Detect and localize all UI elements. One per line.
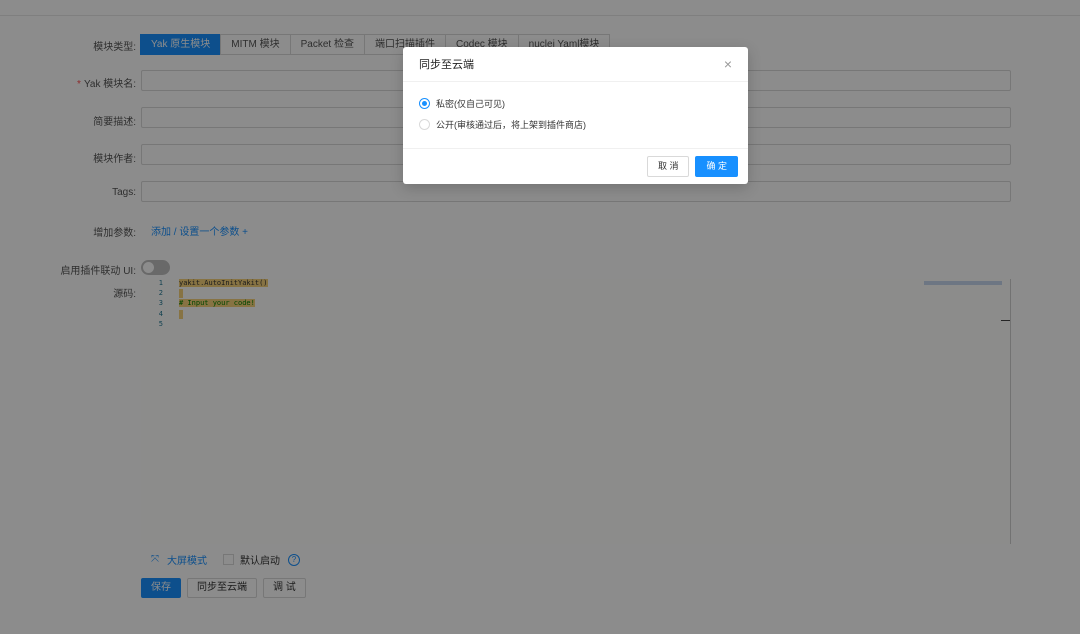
radio-button[interactable] <box>419 97 430 109</box>
option-label: 公开(审核通过后，将上架到插件商店) <box>436 119 586 130</box>
dialog-footer: 取 消 确 定 <box>403 149 748 184</box>
sync-cloud-dialog: 同步至云端 × 私密(仅自己可见) 公开(审核通过后，将上架到插件商店) 取 消… <box>403 47 748 184</box>
option-label: 私密(仅自己可见) <box>436 98 505 109</box>
dialog-title: 同步至云端 <box>419 59 474 71</box>
close-icon[interactable]: × <box>724 57 732 71</box>
cancel-button[interactable]: 取 消 <box>646 156 690 177</box>
dialog-body: 私密(仅自己可见) 公开(审核通过后，将上架到插件商店) <box>403 82 748 149</box>
confirm-button[interactable]: 确 定 <box>695 156 738 177</box>
visibility-option-public[interactable]: 公开(审核通过后，将上架到插件商店) <box>419 116 732 132</box>
radio-button[interactable] <box>419 118 430 130</box>
dialog-header: 同步至云端 × <box>403 47 748 82</box>
visibility-option-private[interactable]: 私密(仅自己可见) <box>419 95 732 111</box>
